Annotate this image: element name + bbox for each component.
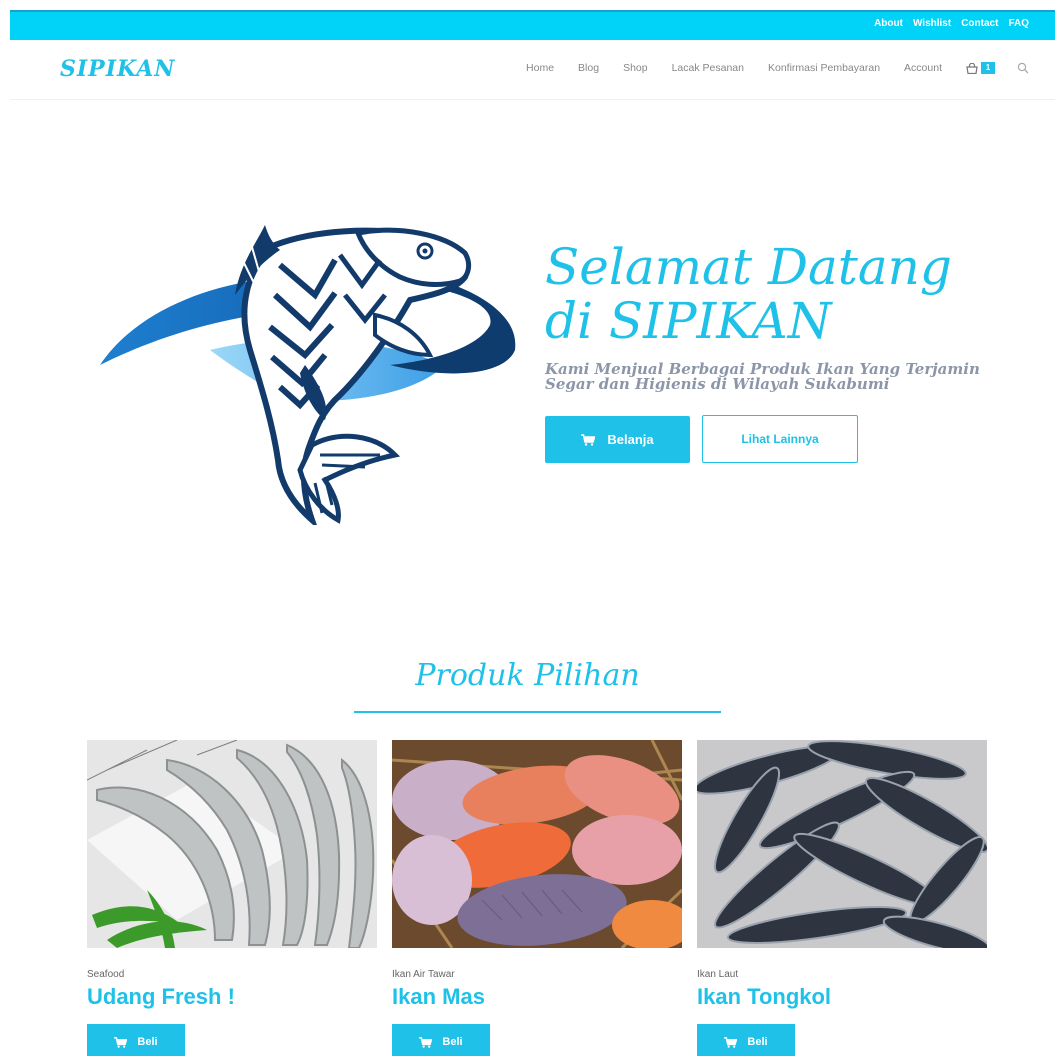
cart-icon [581, 433, 596, 446]
nav-lacak-pesanan[interactable]: Lacak Pesanan [672, 62, 744, 74]
cart-count-badge: 1 [981, 62, 995, 74]
site-header: SIPIKAN Home Blog Shop Lacak Pesanan Kon… [10, 40, 1055, 100]
product-title[interactable]: Udang Fresh ! [87, 984, 377, 1010]
beli-button[interactable]: Beli [87, 1024, 185, 1056]
beli-button[interactable]: Beli [697, 1024, 795, 1056]
main-nav: Home Blog Shop Lacak Pesanan Konfirmasi … [502, 62, 1029, 74]
product-card: Ikan Air Tawar Ikan Mas Beli [390, 739, 692, 1056]
hero-title: Selamat Datang di SIPIKAN [545, 238, 952, 350]
search-icon[interactable] [1017, 62, 1029, 74]
product-image-shrimp[interactable] [86, 739, 377, 949]
wishlist-link[interactable]: Wishlist [913, 18, 951, 29]
cart-icon [966, 62, 978, 74]
section-title: Produk Pilihan [415, 658, 640, 693]
section-divider [354, 711, 721, 713]
top-links: About Wishlist Contact FAQ [874, 18, 1029, 29]
beli-label: Beli [442, 1036, 463, 1048]
product-category: Seafood [87, 969, 125, 980]
cart-button[interactable]: 1 [966, 62, 995, 74]
cart-icon [419, 1036, 433, 1048]
lihat-lainnya-button[interactable]: Lihat Lainnya [702, 415, 858, 463]
product-card: Ikan Laut Ikan Tongkol Beli [693, 740, 992, 1056]
fish-logo-image [100, 225, 516, 525]
nav-account[interactable]: Account [904, 62, 942, 74]
nav-home[interactable]: Home [526, 62, 554, 74]
product-title[interactable]: Ikan Mas [392, 984, 682, 1010]
site-logo[interactable]: SIPIKAN [60, 56, 175, 82]
hero-subtitle: Kami Menjual Berbagai Produk Ikan Yang T… [545, 360, 980, 393]
top-bar: About Wishlist Contact FAQ [10, 10, 1055, 40]
about-link[interactable]: About [874, 18, 903, 29]
product-card: Seafood Udang Fresh ! Beli [86, 739, 377, 1056]
nav-blog[interactable]: Blog [578, 62, 599, 74]
product-image-ikan-mas[interactable] [390, 739, 692, 950]
contact-link[interactable]: Contact [961, 18, 998, 29]
nav-konfirmasi-pembayaran[interactable]: Konfirmasi Pembayaran [768, 62, 880, 74]
product-category: Ikan Air Tawar [392, 969, 455, 980]
product-title[interactable]: Ikan Tongkol [697, 984, 987, 1010]
cart-icon [724, 1036, 738, 1048]
beli-label: Beli [747, 1036, 768, 1048]
product-category: Ikan Laut [697, 969, 739, 980]
beli-label: Beli [137, 1036, 158, 1048]
cart-icon [114, 1036, 128, 1048]
beli-button[interactable]: Beli [392, 1024, 490, 1056]
belanja-label: Belanja [607, 432, 654, 447]
belanja-button[interactable]: Belanja [545, 416, 690, 463]
nav-shop[interactable]: Shop [623, 62, 648, 74]
faq-link[interactable]: FAQ [1008, 18, 1029, 29]
product-image-ikan-tongkol[interactable] [693, 740, 992, 955]
